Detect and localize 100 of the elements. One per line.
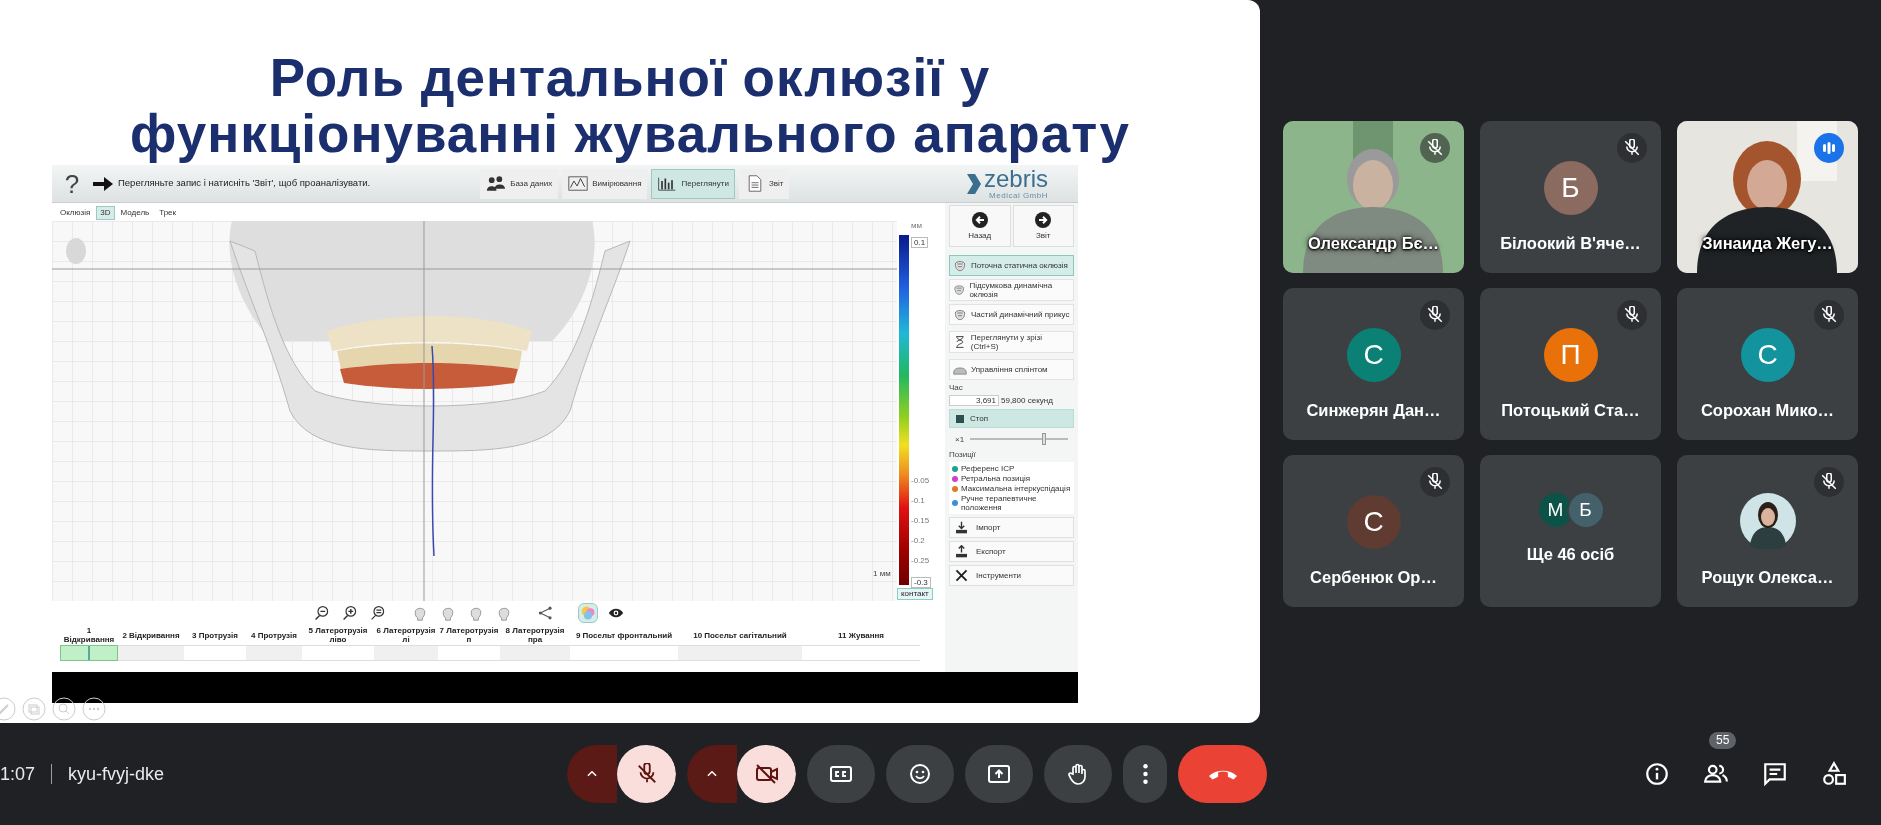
nav-button[interactable]: Назад — [949, 205, 1011, 247]
mic-off-icon — [1820, 473, 1838, 491]
mode-button[interactable]: Переглянути у зрізі (Ctrl+S) — [949, 331, 1074, 353]
slider-thumb[interactable] — [1041, 433, 1046, 446]
more-icon[interactable] — [82, 696, 106, 721]
segment-label: 1 Відкривання — [62, 626, 116, 644]
clock-time: 1:07 — [0, 762, 36, 786]
mic-off-icon — [1623, 306, 1641, 324]
view-tab[interactable]: 3D — [96, 206, 115, 220]
time-label: Час — [949, 383, 964, 392]
mic-off-icon — [1426, 473, 1444, 491]
connector-icon — [537, 605, 554, 621]
participant-name: Потоцький Ста… — [1500, 400, 1641, 422]
slide-title: функціонуванні жувального апарату — [130, 106, 1130, 162]
activities-icon — [1821, 761, 1847, 787]
stop-button[interactable]: Стоп — [949, 409, 1074, 429]
segment-bar[interactable] — [802, 645, 920, 661]
scale-label: -0.2 — [911, 536, 925, 545]
contact-label: контакт — [897, 588, 933, 600]
segment-label: 11 Жування — [838, 630, 884, 640]
logo-subtitle: Medical GmbH — [988, 190, 1048, 201]
view-tab[interactable]: Модель — [116, 206, 154, 220]
avatar: П — [1543, 328, 1598, 382]
toolbar-button[interactable]: Переглянути — [651, 168, 735, 199]
speaking-icon — [1821, 140, 1837, 156]
mic-off-icon — [1426, 139, 1444, 157]
segment-label: 4 Протрузія — [251, 630, 297, 640]
logo-text: zebris — [983, 166, 1048, 191]
segment-bar[interactable] — [570, 645, 678, 661]
search-icon[interactable] — [52, 696, 76, 721]
mic-button[interactable] — [617, 745, 676, 803]
segment-label: 6 Латеротрузія лі — [375, 626, 437, 644]
mic-off-icon — [1820, 306, 1838, 324]
bar-chart-icon — [657, 175, 678, 192]
speed-label: ×1 — [955, 434, 965, 444]
action-button[interactable]: Імпорт — [949, 517, 1074, 539]
slide-title: Роль дентальної оклюзії у — [269, 50, 991, 106]
segment-label: 10 Посельт сагітальний — [693, 630, 787, 640]
tools-icon — [955, 569, 968, 583]
segment-bar[interactable] — [184, 645, 246, 661]
scale-label: -0.1 — [911, 496, 925, 505]
leave-call-button[interactable] — [1178, 745, 1267, 803]
segment-bar[interactable] — [60, 645, 118, 661]
segment-label: 3 Протрузія — [192, 630, 238, 640]
participant-name: Синжерян Дан… — [1305, 400, 1442, 422]
unit-label: мм — [911, 221, 922, 230]
time-field[interactable]: 3,691 — [949, 395, 999, 407]
zoom-fit-icon — [369, 605, 386, 621]
nav-button[interactable]: Звіт — [1012, 205, 1074, 247]
mic-off-icon — [1426, 306, 1444, 324]
total-time: 59,800 секунд — [1001, 396, 1053, 406]
camera-button[interactable] — [737, 745, 796, 803]
scale-label: -0.05 — [911, 476, 930, 485]
view-tab[interactable]: Трек — [155, 206, 181, 220]
legend-label: Референс ICP — [961, 464, 1015, 474]
action-button[interactable]: Експорт — [949, 541, 1074, 563]
segment-bar[interactable] — [438, 645, 500, 661]
meeting-code: kyu-fvyj-dke — [51, 764, 165, 784]
avatar: Б — [1566, 491, 1605, 529]
participant-name: Ще 46 осіб — [1525, 544, 1616, 566]
download-icon — [955, 521, 968, 535]
segment-label: 8 Латеротрузія пра — [504, 626, 566, 644]
camera-off-icon — [754, 762, 779, 786]
max-value-field[interactable]: 0.1 — [911, 237, 929, 248]
positions-label: Позиції — [949, 450, 977, 460]
instruction-text: Перегляньте запис і натисніть 'Звіт', щоб проаналізувати. — [118, 178, 371, 189]
avatar: С — [1346, 328, 1401, 382]
slides-icon[interactable] — [22, 696, 46, 721]
color-map-icon — [579, 605, 596, 621]
mode-button[interactable]: Частий динамічний прикус — [949, 304, 1074, 325]
segment-label: 2 Відкривання — [122, 630, 180, 640]
action-button[interactable]: Інструменти — [949, 565, 1074, 587]
zoom-in-icon — [341, 605, 358, 621]
emoji-icon — [908, 762, 932, 786]
segment-label: 5 Латеротрузія ліво — [307, 626, 369, 644]
scale-label: -0.25 — [911, 556, 930, 565]
stop-icon — [956, 414, 964, 423]
upload-icon — [955, 545, 968, 559]
mode-button[interactable]: Поточна статична оклюзія — [949, 255, 1074, 276]
toolbar-button[interactable]: Вимірювання — [562, 168, 648, 199]
toolbar-button[interactable]: База даних — [480, 168, 559, 199]
participant-name: Олександр Бє… — [1306, 233, 1441, 255]
legend-label: Ручне терапевтичне положення — [961, 494, 1038, 513]
segment-bar[interactable] — [302, 645, 374, 661]
mode-button[interactable]: Управління сплінтом — [949, 359, 1074, 380]
scale-label: -0.15 — [911, 516, 930, 525]
toolbar-button[interactable]: Звіт — [738, 168, 790, 199]
ruler-label: 1 мм — [873, 569, 891, 578]
mode-button[interactable]: Підсумкова динамічна оклюзія — [949, 279, 1074, 301]
participant-name: Рощук Олекса… — [1700, 567, 1835, 589]
participant-name: Білоокий В'яче… — [1499, 233, 1642, 255]
view-tab[interactable]: Оклюзія — [56, 206, 95, 220]
info-icon — [1644, 761, 1670, 787]
more-button[interactable] — [1123, 745, 1167, 803]
avatar: Б — [1543, 161, 1598, 215]
participant-name: Сербенюк Ор… — [1309, 567, 1438, 589]
present-icon — [987, 762, 1011, 786]
avatar: С — [1346, 495, 1401, 549]
legend-label: Максимальна інтеркуспідація — [961, 484, 1071, 494]
help-button[interactable]: ? — [60, 170, 84, 197]
